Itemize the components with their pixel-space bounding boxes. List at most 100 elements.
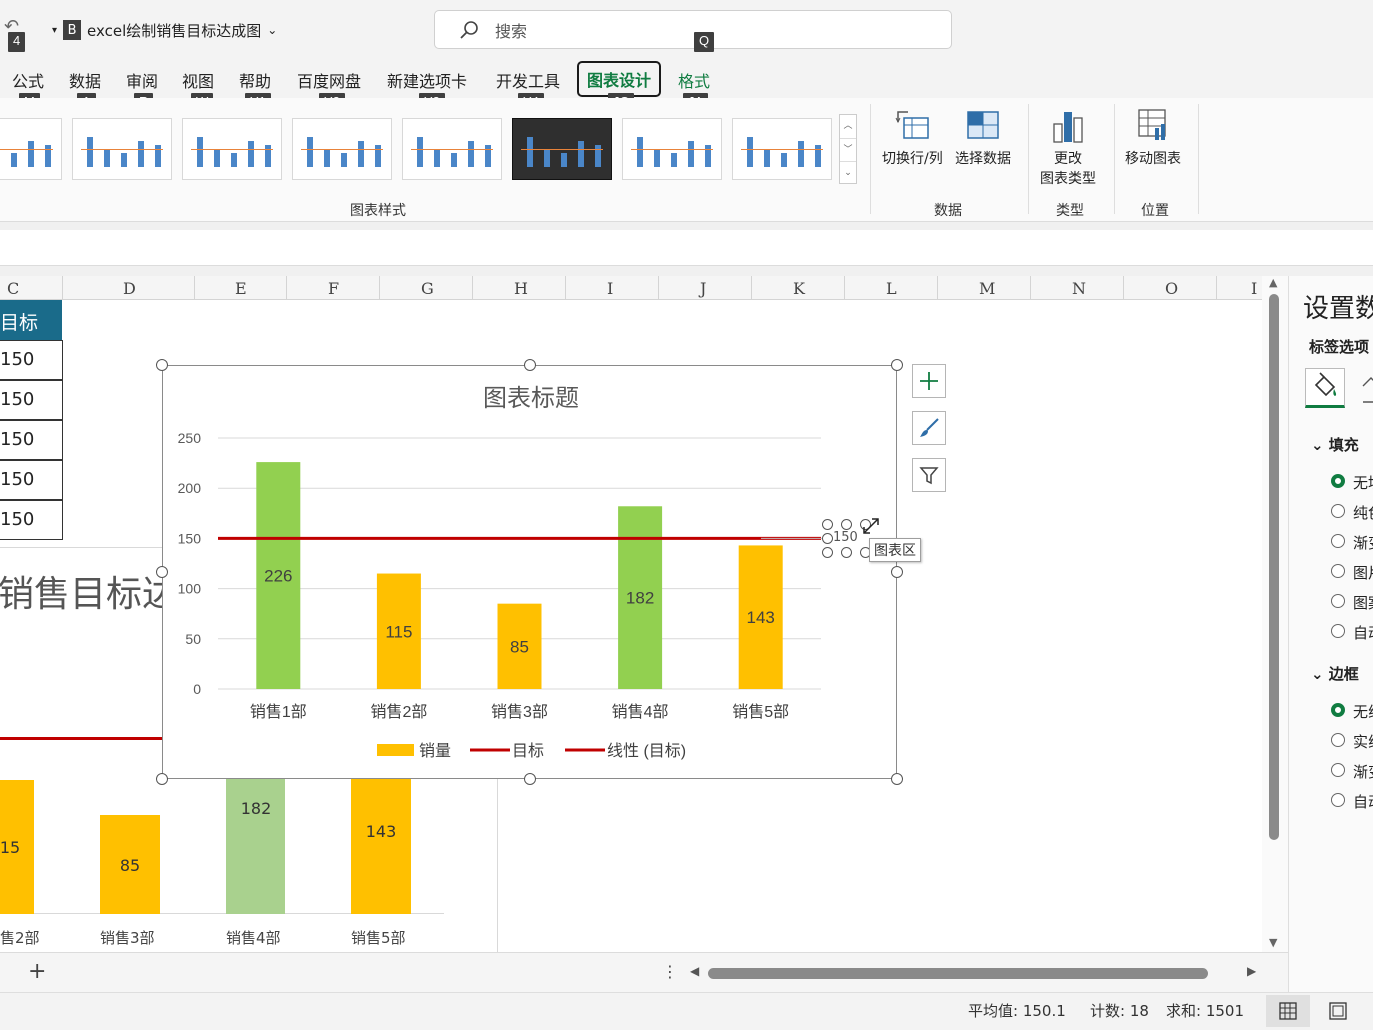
table-header-target[interactable]: 目标	[0, 300, 62, 340]
gallery-down-icon[interactable]: ﹀	[840, 138, 856, 161]
label-handle[interactable]	[822, 533, 833, 544]
chart-filters-button[interactable]	[912, 458, 946, 492]
column-header[interactable]: I	[1251, 279, 1257, 298]
column-headers: CDEFGHIJKLMNOI	[0, 276, 1262, 300]
label-options-tab[interactable]: 标签选项	[1309, 336, 1369, 357]
resize-handle[interactable]	[156, 359, 168, 371]
bar-value-label: 85	[510, 637, 529, 656]
tab-baidu[interactable]: 百度网盘	[297, 68, 361, 92]
tab-help[interactable]: 帮助	[239, 68, 271, 92]
scroll-right-icon[interactable]: ▶	[1247, 964, 1256, 978]
tab-formulas[interactable]: 公式	[12, 68, 44, 92]
resize-handle[interactable]	[891, 359, 903, 371]
tab-developer[interactable]: 开发工具	[496, 68, 560, 92]
chart-styles-button[interactable]	[912, 411, 946, 445]
scroll-down-icon[interactable]: ▼	[1269, 936, 1277, 949]
thumbnail-bar	[781, 153, 787, 167]
column-header[interactable]: H	[514, 279, 528, 298]
fill-option-radio[interactable]	[1331, 594, 1345, 608]
resize-handle[interactable]	[524, 773, 536, 785]
column-header[interactable]: N	[1072, 279, 1086, 298]
fill-option-radio[interactable]	[1331, 564, 1345, 578]
horizontal-scroll-thumb[interactable]	[708, 968, 1208, 979]
chart-style-thumbnail[interactable]	[512, 118, 612, 180]
switch-row-col-button[interactable]: 切换行/列	[882, 108, 943, 168]
tab-review[interactable]: 审阅	[126, 68, 158, 92]
column-header[interactable]: J	[700, 279, 706, 298]
border-option-radio[interactable]	[1331, 733, 1345, 747]
effects-tab-icon[interactable]	[1359, 376, 1373, 404]
column-header[interactable]: F	[328, 279, 339, 298]
formula-bar[interactable]	[0, 230, 1373, 266]
column-header[interactable]: E	[235, 279, 247, 298]
tab-chart-design[interactable]: 图表设计	[577, 61, 662, 97]
label-handle[interactable]	[822, 547, 833, 558]
select-data-button[interactable]: 选择数据	[955, 108, 1011, 168]
resize-handle[interactable]	[891, 566, 903, 578]
scroll-left-icon[interactable]: ◀	[690, 964, 699, 978]
column-header[interactable]: C	[7, 279, 19, 298]
tab-view[interactable]: 视图	[182, 68, 214, 92]
resize-handle[interactable]	[156, 566, 168, 578]
fill-option-radio[interactable]	[1331, 504, 1345, 518]
column-header[interactable]: O	[1165, 279, 1178, 298]
tab-format[interactable]: 格式	[678, 68, 710, 92]
search-box[interactable]: 搜索	[434, 10, 952, 49]
border-option-radio[interactable]	[1331, 793, 1345, 807]
chart-style-thumbnail[interactable]	[732, 118, 832, 180]
chart-style-thumbnail[interactable]	[182, 118, 282, 180]
fill-option-radio[interactable]	[1331, 624, 1345, 638]
chart-style-thumbnail[interactable]	[402, 118, 502, 180]
vertical-scroll-thumb[interactable]	[1269, 294, 1279, 840]
more-options-icon[interactable]: ⋮	[662, 962, 678, 981]
move-chart-button[interactable]: 移动图表	[1125, 108, 1181, 168]
border-option-radio[interactable]	[1331, 703, 1345, 717]
page-layout-icon[interactable]	[1329, 1002, 1347, 1020]
column-header[interactable]: L	[886, 279, 897, 298]
label-handle[interactable]	[841, 519, 852, 530]
fill-option-radio[interactable]	[1331, 474, 1345, 488]
resize-handle[interactable]	[156, 773, 168, 785]
scroll-up-icon[interactable]: ▲	[1269, 276, 1277, 289]
chart-style-thumbnail[interactable]	[0, 118, 62, 180]
status-count[interactable]: 计数: 18	[1090, 1000, 1149, 1021]
table-cell[interactable]: 150	[0, 340, 63, 380]
status-sum[interactable]: 求和: 1501	[1166, 1000, 1244, 1021]
tab-data[interactable]: 数据	[69, 68, 101, 92]
table-cell[interactable]: 150	[0, 420, 63, 460]
status-average[interactable]: 平均值: 150.1	[968, 1000, 1066, 1021]
gallery-more-icon[interactable]: ⌄	[840, 161, 856, 183]
gallery-scroll[interactable]: ︿ ﹀ ⌄	[839, 114, 857, 184]
label-handle[interactable]	[822, 519, 833, 530]
normal-view-button[interactable]	[1266, 995, 1310, 1027]
gallery-up-icon[interactable]: ︿	[840, 115, 856, 138]
column-header[interactable]: K	[793, 279, 805, 298]
change-chart-type-button[interactable]: 更改 图表类型	[1040, 108, 1096, 188]
chart-elements-button[interactable]	[912, 364, 946, 398]
border-option-radio[interactable]	[1331, 763, 1345, 777]
chart-svg[interactable]: 图表标题 0 50 100 150 200 250 226 销售1部 115 销售2部 85 销售3部 1…	[163, 366, 898, 780]
column-header[interactable]: D	[123, 279, 136, 298]
chart-style-thumbnail[interactable]	[292, 118, 392, 180]
border-section-header[interactable]: ⌄ 边框	[1311, 663, 1359, 684]
fill-line-tab[interactable]	[1305, 368, 1345, 408]
end-data-label[interactable]: 150	[833, 530, 858, 545]
resize-handle[interactable]	[891, 773, 903, 785]
column-header[interactable]: I	[607, 279, 613, 298]
chart-area[interactable]: 图表标题 0 50 100 150 200 250 226 销售1部 115 销售2部 85 销售3部 1…	[162, 365, 897, 779]
label-handle[interactable]	[841, 547, 852, 558]
document-title[interactable]: ▾ B excel绘制销售目标达成图 ⌄	[52, 18, 277, 42]
vertical-scrollbar[interactable]: ▲ ▼	[1262, 276, 1288, 952]
column-header[interactable]: G	[421, 279, 434, 298]
resize-handle[interactable]	[524, 359, 536, 371]
chart-style-thumbnail[interactable]	[622, 118, 722, 180]
column-header[interactable]: M	[979, 279, 995, 298]
fill-option-radio[interactable]	[1331, 534, 1345, 548]
table-cell[interactable]: 150	[0, 380, 63, 420]
chart-style-thumbnail[interactable]	[72, 118, 172, 180]
table-cell[interactable]: 150	[0, 500, 63, 540]
fill-section-header[interactable]: ⌄ 填充	[1311, 434, 1359, 455]
table-cell[interactable]: 150	[0, 460, 63, 500]
add-sheet-icon[interactable]: +	[28, 959, 46, 984]
tab-new[interactable]: 新建选项卡	[387, 68, 467, 92]
